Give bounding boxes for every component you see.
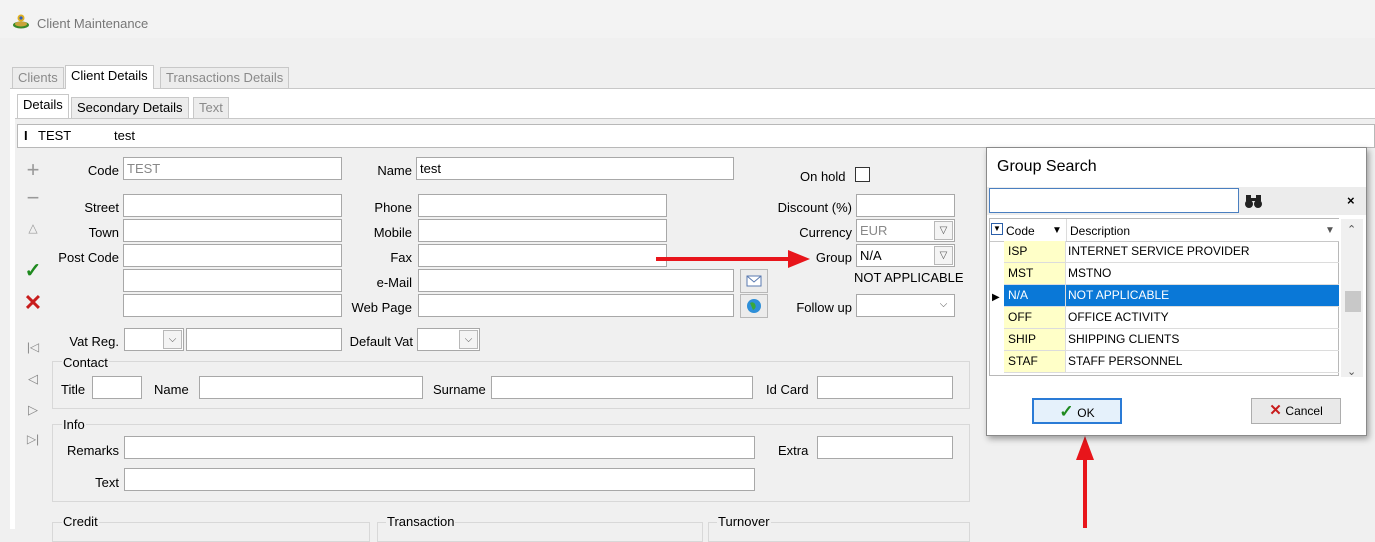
grid-row[interactable]: ISP INTERNET SERVICE PROVIDER bbox=[1004, 241, 1339, 263]
col-code-sort-icon[interactable]: ▼ bbox=[1052, 223, 1062, 239]
grid-row-selected[interactable]: N/A NOT APPLICABLE bbox=[1004, 285, 1339, 307]
grid-row[interactable]: SHIP SHIPPING CLIENTS bbox=[1004, 329, 1339, 351]
scroll-thumb[interactable] bbox=[1345, 291, 1361, 312]
grid-menu-icon[interactable]: ▼ bbox=[991, 223, 1003, 235]
binoculars-icon[interactable] bbox=[1244, 193, 1264, 209]
col-desc-sort-icon[interactable]: ▼ bbox=[1325, 223, 1335, 239]
arrow-to-ok-head bbox=[1076, 436, 1094, 460]
scroll-up-icon[interactable]: ⌃ bbox=[1347, 222, 1356, 238]
checkmark-icon: ✓ bbox=[1059, 402, 1074, 421]
grid-row[interactable]: OFF OFFICE ACTIVITY bbox=[1004, 307, 1339, 329]
group-search-input[interactable] bbox=[989, 188, 1239, 213]
grid-row[interactable]: MST MSTNO bbox=[1004, 263, 1339, 285]
tab-client-details[interactable]: Client Details bbox=[65, 65, 154, 89]
ok-button[interactable]: ✓ OK bbox=[1032, 398, 1122, 424]
col-desc-header[interactable]: Description bbox=[1070, 223, 1130, 239]
cancel-button[interactable]: ✕ Cancel bbox=[1251, 398, 1341, 424]
clear-search-close-icon[interactable]: × bbox=[1347, 193, 1355, 209]
grid-header: ▼ Code ▼ Description ▼ bbox=[990, 219, 1339, 242]
col-code-header[interactable]: Code bbox=[1006, 223, 1035, 239]
scroll-down-icon[interactable]: ⌄ bbox=[1347, 364, 1356, 380]
current-row-indicator-icon: ▶ bbox=[992, 292, 1000, 303]
cancel-x-icon: ✕ bbox=[1269, 402, 1282, 419]
arrow-to-group-head bbox=[788, 250, 810, 268]
dialog-title: Group Search bbox=[997, 158, 1097, 175]
grid-row[interactable]: STAF STAFF PERSONNEL bbox=[1004, 351, 1339, 373]
tab-details[interactable]: Details bbox=[17, 94, 69, 118]
